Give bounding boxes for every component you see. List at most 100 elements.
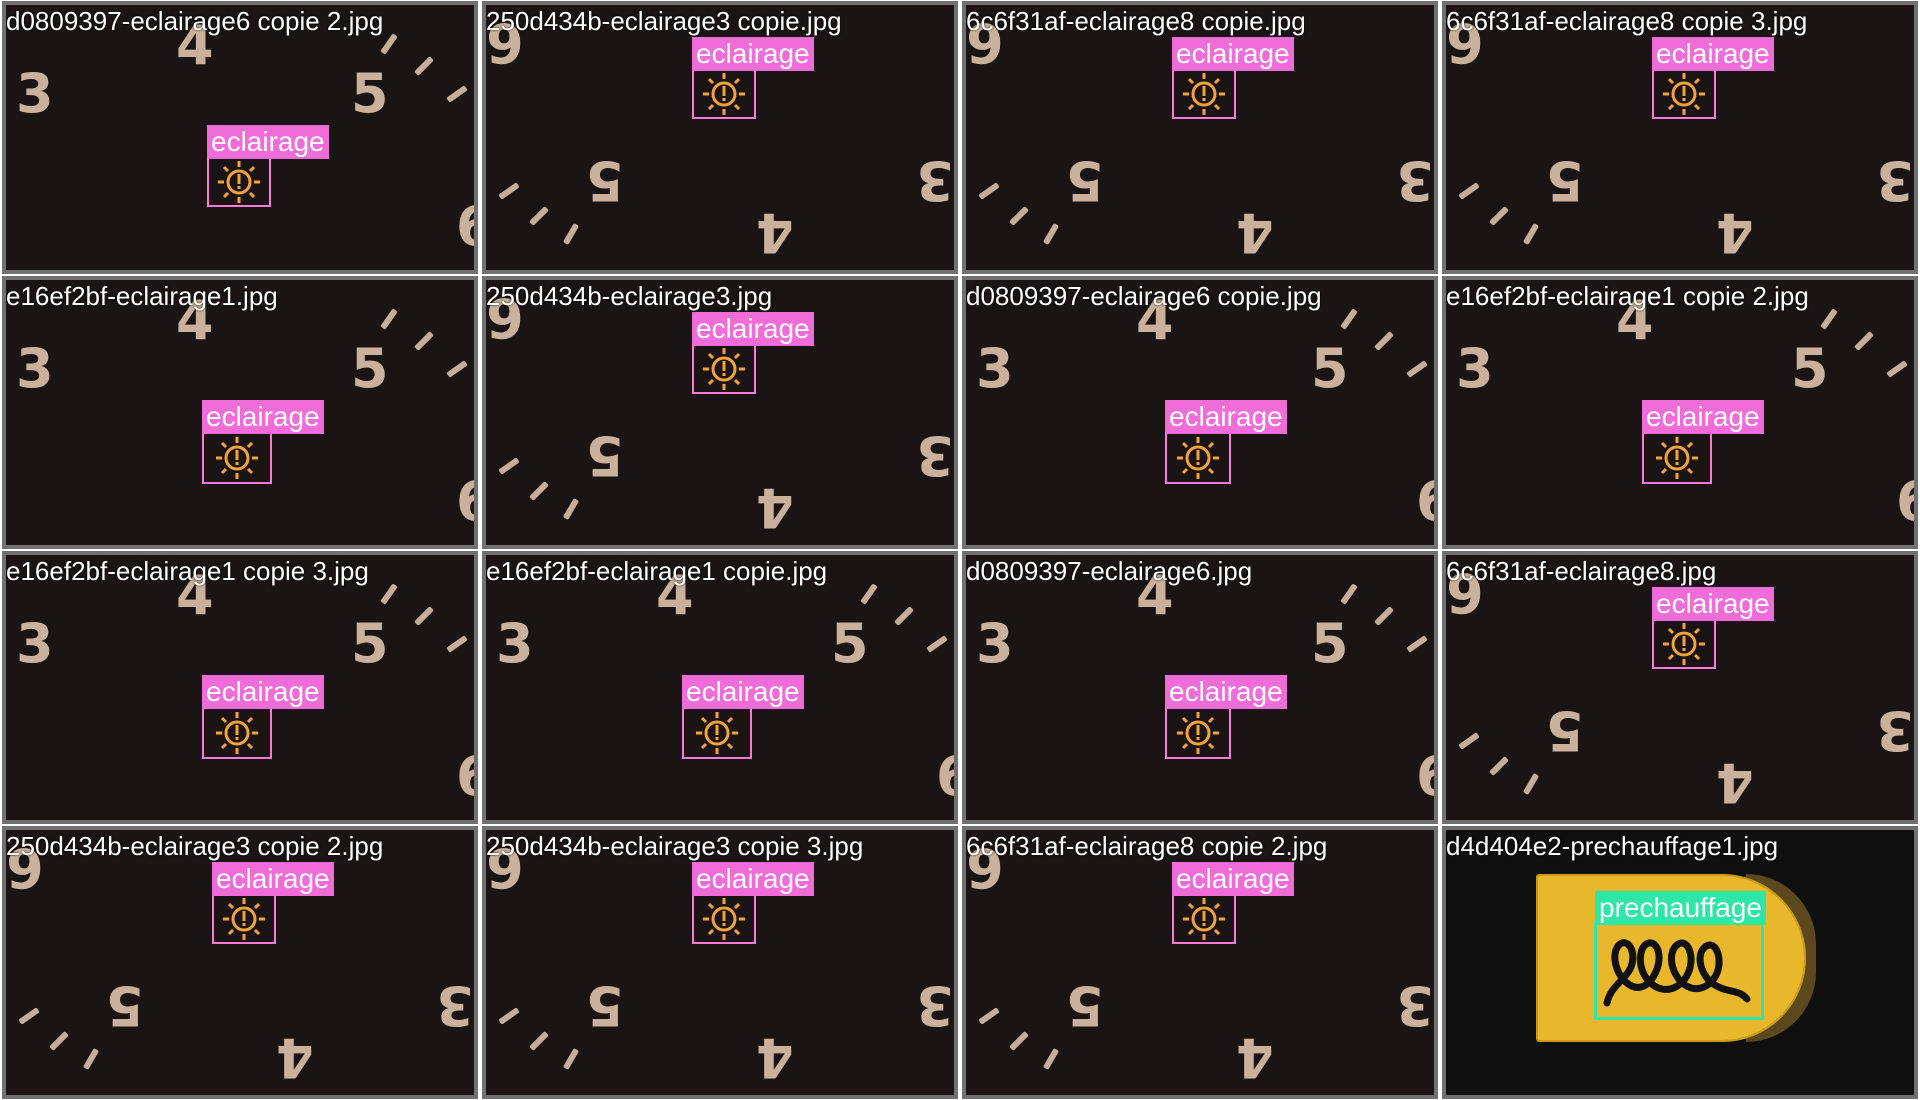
detection-label: eclairage [1172, 37, 1294, 71]
image-tile[interactable]: 6 5 4 3 eclairage 250d434b-eclairage3 co… [482, 1, 958, 274]
light-warning-icon [1663, 73, 1705, 115]
light-warning-icon [216, 437, 258, 479]
detection-label: eclairage [1165, 675, 1287, 709]
image-filename: 6c6f31af-eclairage8.jpg [1446, 556, 1717, 586]
image-filename: e16ef2bf-eclairage1 copie.jpg [486, 556, 828, 586]
image-filename: d4d404e2-prechauffage1.jpg [1446, 831, 1779, 861]
gauge-tick [1042, 222, 1060, 246]
detection-box[interactable]: eclairage [692, 37, 814, 119]
gauge-number: 4 [756, 201, 794, 264]
gauge-tick [1009, 1031, 1029, 1051]
detection-box[interactable]: eclairage [692, 862, 814, 944]
gauge-number: 3 [916, 974, 954, 1037]
detection-box[interactable]: eclairage [202, 400, 324, 484]
gauge-tick [1340, 308, 1358, 330]
gauge-tick [562, 222, 580, 246]
image-filename: 250d434b-eclairage3 copie 2.jpg [6, 831, 384, 861]
light-warning-icon [1663, 623, 1705, 665]
gauge-tick [1820, 308, 1838, 330]
light-warning-icon [1183, 73, 1225, 115]
light-warning-icon [223, 898, 265, 940]
detection-label: eclairage [1165, 400, 1287, 434]
light-warning-icon [703, 898, 745, 940]
detection-label: eclairage [692, 37, 814, 71]
gauge-tick [446, 635, 468, 653]
detection-label: eclairage [692, 312, 814, 346]
gauge-tick [1886, 360, 1908, 378]
gauge-tick [82, 1047, 100, 1071]
detection-box[interactable]: eclairage [202, 675, 324, 759]
detection-box[interactable]: eclairage [1642, 400, 1764, 484]
detection-label: eclairage [1652, 587, 1774, 621]
detection-label: eclairage [1652, 37, 1774, 71]
gauge-tick [978, 182, 1000, 200]
gauge-number: 3 [1876, 149, 1914, 212]
image-filename: 250d434b-eclairage3 copie 3.jpg [486, 831, 864, 861]
gauge-number: 5 [1066, 149, 1104, 212]
detection-label: eclairage [212, 862, 334, 896]
image-tile[interactable]: 6 5 4 3 eclairage 6c6f31af-eclairage8 co… [1442, 1, 1918, 274]
image-filename: d0809397-eclairage6 copie 2.jpg [6, 6, 384, 36]
gauge-tick [1489, 206, 1509, 226]
gauge-number: 3 [1876, 699, 1914, 762]
gauge-tick [380, 583, 398, 605]
gauge-tick [1458, 182, 1480, 200]
detection-box[interactable]: eclairage [1652, 37, 1774, 119]
gauge-number: 5 [586, 974, 624, 1037]
gauge-number: 3 [16, 62, 54, 125]
detection-box[interactable]: eclairage [1165, 675, 1287, 759]
image-tile[interactable]: 3 4 5 6 eclairage d0809397-eclairage6 co… [962, 276, 1438, 549]
gauge-tick [1406, 635, 1428, 653]
gauge-number: 3 [916, 149, 954, 212]
detection-box[interactable]: eclairage [692, 312, 814, 394]
light-warning-icon [1177, 437, 1219, 479]
detection-box[interactable]: eclairage [1172, 37, 1294, 119]
gauge-number: 4 [1236, 201, 1274, 264]
image-tile[interactable]: 3 4 5 6 eclairage e16ef2bf-eclairage1 co… [2, 551, 478, 824]
gauge-number: 3 [1396, 149, 1434, 212]
gauge-tick [562, 497, 580, 521]
image-tile[interactable]: 3 4 5 6 eclairage e16ef2bf-eclairage1 co… [1442, 276, 1918, 549]
gauge-number: 5 [586, 149, 624, 212]
image-tile[interactable]: 3 4 5 6 eclairage d0809397-eclairage6 co… [2, 1, 478, 274]
gauge-tick [1522, 772, 1540, 796]
detection-box[interactable]: eclairage [1165, 400, 1287, 484]
gauge-tick [1009, 206, 1029, 226]
image-tile[interactable]: 6 5 4 3 eclairage 6c6f31af-eclairage8.jp… [1442, 551, 1918, 824]
image-filename: 6c6f31af-eclairage8 copie.jpg [966, 6, 1306, 36]
detection-box[interactable]: eclairage [682, 675, 804, 759]
light-warning-icon [1183, 898, 1225, 940]
light-warning-icon [216, 712, 258, 754]
detection-box[interactable]: eclairage [1652, 587, 1774, 669]
detection-box[interactable]: eclairage [212, 862, 334, 944]
detection-box[interactable]: eclairage [207, 125, 329, 207]
image-tile[interactable]: 6 5 4 3 eclairage 250d434b-eclairage3 co… [482, 826, 958, 1099]
image-tile[interactable]: 3 4 5 6 eclairage e16ef2bf-eclairage1.jp… [2, 276, 478, 549]
image-tile[interactable]: 6 5 4 3 eclairage 250d434b-eclairage3.jp… [482, 276, 958, 549]
image-tile[interactable]: 6 5 4 3 eclairage 6c6f31af-eclairage8 co… [962, 1, 1438, 274]
gauge-number: 5 [1546, 699, 1584, 762]
gauge-tick [1522, 222, 1540, 246]
image-tile[interactable]: 6 5 4 3 eclairage 6c6f31af-eclairage8 co… [962, 826, 1438, 1099]
gauge-number: 4 [1716, 201, 1754, 264]
gauge-tick [1374, 606, 1394, 626]
gauge-number: 6 [936, 750, 954, 804]
gauge-tick [498, 1007, 520, 1025]
gauge-tick [529, 1031, 549, 1051]
light-warning-icon [1656, 437, 1698, 479]
detection-box[interactable]: prechauffage [1594, 891, 1766, 1020]
gauge-tick [380, 33, 398, 55]
image-tile[interactable]: 6 5 4 3 eclairage 250d434b-eclairage3 co… [2, 826, 478, 1099]
gauge-number: 3 [436, 974, 474, 1037]
gauge-number: 5 [106, 974, 144, 1037]
detection-box[interactable]: eclairage [1172, 862, 1294, 944]
image-tile[interactable]: 3 4 5 6 eclairage d0809397-eclairage6.jp… [962, 551, 1438, 824]
image-tile[interactable]: 3 4 5 6 eclairage e16ef2bf-eclairage1 co… [482, 551, 958, 824]
image-tile[interactable]: prechauffage d4d404e2-prechauffage1.jpg [1442, 826, 1918, 1099]
detection-grid: 3 4 5 6 eclairage d0809397-eclairage6 co… [0, 0, 1920, 1100]
gauge-tick [18, 1007, 40, 1025]
gauge-number: 5 [351, 62, 389, 125]
gauge-tick [1042, 1047, 1060, 1071]
gauge-number: 3 [496, 612, 534, 675]
gauge-number: 5 [1311, 337, 1349, 400]
